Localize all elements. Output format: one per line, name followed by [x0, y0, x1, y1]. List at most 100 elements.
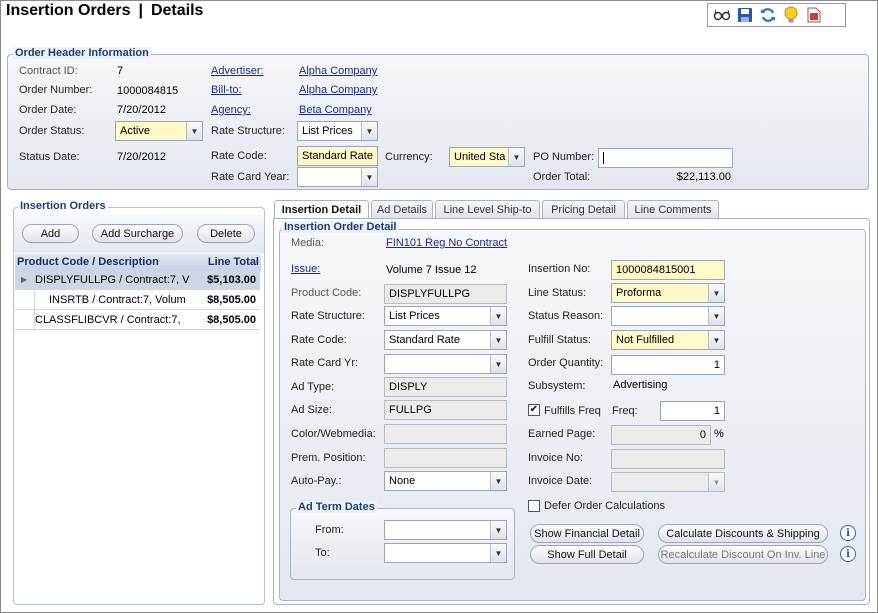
chevron-down-icon[interactable]: ▼	[708, 307, 724, 325]
chevron-down-icon[interactable]: ▼	[490, 521, 506, 539]
earned-page-value: 0	[699, 429, 706, 441]
line-status-select[interactable]: Proforma ▼	[611, 283, 725, 303]
invoice-no-field	[611, 449, 725, 469]
color-webmedia-label: Color/Webmedia:	[291, 428, 376, 440]
fulfill-status-label: Fulfill Status:	[528, 334, 591, 346]
column-header-product[interactable]: Product Code / Description	[17, 256, 159, 268]
header-rate-structure-label: Rate Structure:	[211, 125, 285, 137]
header-rate-card-year-label: Rate Card Year:	[211, 171, 290, 183]
from-date-picker[interactable]: ▼	[384, 520, 507, 540]
status-reason-label: Status Reason:	[528, 310, 604, 322]
currency-value: United Sta	[454, 151, 506, 163]
currency-select[interactable]: United Sta ▼	[449, 147, 525, 167]
lightbulb-icon[interactable]	[781, 6, 801, 24]
insertion-orders-legend: Insertion Orders	[18, 200, 108, 212]
fulfills-freq-checkbox[interactable]: ✔	[528, 404, 540, 416]
insertion-grid-header: Product Code / Description Line Total	[15, 254, 261, 271]
report-icon[interactable]	[804, 6, 824, 24]
billto-value-link[interactable]: Alpha Company	[299, 84, 377, 96]
tab-pricing-detail[interactable]: Pricing Detail	[542, 200, 625, 218]
chevron-down-icon[interactable]: ▼	[361, 168, 377, 186]
status-date-label: Status Date:	[19, 151, 80, 163]
order-total-label: Order Total:	[533, 171, 591, 183]
freq-value: 1	[713, 405, 720, 417]
chevron-down-icon[interactable]: ▼	[490, 472, 506, 490]
calculate-discounts-button[interactable]: Calculate Discounts & Shipping	[658, 524, 828, 543]
invoice-date-picker: ▼	[611, 472, 725, 492]
subsystem-label: Subsystem:	[528, 380, 586, 392]
show-full-detail-button[interactable]: Show Full Detail	[530, 545, 644, 564]
to-date-picker[interactable]: ▼	[384, 543, 507, 563]
auto-pay-select[interactable]: None ▼	[384, 471, 507, 491]
row-product: INSRTB / Contract:7, Volum	[49, 294, 186, 306]
text-cursor	[603, 152, 604, 164]
table-row[interactable]: CLASSFLIBCVR / Contract:7, $8,505.00	[15, 311, 260, 330]
issue-link[interactable]: Issue:	[291, 263, 320, 275]
chevron-down-icon[interactable]: ▼	[490, 544, 506, 562]
row-total: $8,505.00	[207, 314, 256, 326]
tab-insertion-detail[interactable]: Insertion Detail	[274, 200, 369, 219]
rate-code-value: Standard Rate	[389, 334, 460, 346]
ad-type-value: DISPLY	[389, 381, 428, 393]
chevron-down-icon[interactable]: ▼	[490, 355, 506, 373]
defer-order-checkbox[interactable]	[528, 500, 540, 512]
chevron-down-icon[interactable]: ▼	[708, 331, 724, 349]
add-surcharge-button[interactable]: Add Surcharge	[92, 224, 183, 243]
tab-ad-details[interactable]: Ad Details	[371, 200, 433, 218]
show-financial-detail-button[interactable]: Show Financial Detail	[530, 524, 644, 543]
chevron-down-icon[interactable]: ▼	[490, 331, 506, 349]
glasses-icon[interactable]	[712, 6, 732, 24]
refresh-icon[interactable]	[758, 6, 778, 24]
rate-card-yr-select[interactable]: ▼	[384, 354, 507, 374]
add-insertion-button[interactable]: Add	[22, 224, 79, 243]
insertion-grid-body: ▶ DISPLYFULLPG / Contract:7, V $5,103.00…	[15, 271, 261, 331]
chevron-down-icon: ▼	[708, 473, 724, 491]
rate-structure-select[interactable]: List Prices ▼	[384, 306, 507, 326]
agency-value-link[interactable]: Beta Company	[299, 104, 372, 116]
media-link[interactable]: FIN101 Reg No Contract	[386, 237, 507, 249]
advertiser-link[interactable]: Advertiser:	[211, 65, 264, 77]
ad-size-field: FULLPG	[384, 400, 507, 420]
row-pointer-icon: ▶	[21, 275, 28, 284]
billto-link[interactable]: Bill-to:	[211, 84, 242, 96]
chevron-down-icon[interactable]: ▼	[490, 307, 506, 325]
chevron-down-icon[interactable]: ▼	[361, 122, 377, 140]
advertiser-value-link[interactable]: Alpha Company	[299, 65, 377, 77]
header-rate-code-field[interactable]: Standard Rate	[297, 146, 378, 166]
agency-link[interactable]: Agency:	[211, 104, 251, 116]
insertion-order-detail-legend: Insertion Order Detail	[282, 221, 399, 233]
info-icon[interactable]: i	[840, 525, 856, 541]
header-rate-card-year-select[interactable]: ▼	[297, 167, 378, 187]
invoice-date-label: Invoice Date:	[528, 475, 593, 487]
line-status-value: Proforma	[616, 287, 662, 299]
chevron-down-icon[interactable]: ▼	[708, 284, 724, 302]
toolbar	[707, 3, 846, 27]
column-header-line-total[interactable]: Line Total	[208, 256, 259, 268]
delete-insertion-button[interactable]: Delete	[197, 224, 255, 243]
ad-term-dates-legend: Ad Term Dates	[296, 501, 377, 513]
contract-id-value: 7	[117, 65, 124, 77]
order-status-select[interactable]: Active ▼	[115, 121, 203, 141]
chevron-down-icon[interactable]: ▼	[186, 122, 202, 140]
order-date-label: Order Date:	[19, 104, 77, 116]
rate-code-select[interactable]: Standard Rate ▼	[384, 330, 507, 350]
table-row[interactable]: INSRTB / Contract:7, Volum $8,505.00	[15, 291, 260, 310]
issue-value: Volume 7 Issue 12	[386, 264, 477, 276]
freq-input[interactable]: 1	[660, 401, 725, 421]
insertion-no-field[interactable]: 1000084815001	[611, 260, 725, 280]
info-icon[interactable]: i	[840, 546, 856, 562]
page-title-separator: |	[138, 2, 143, 19]
tab-line-comments[interactable]: Line Comments	[627, 200, 719, 218]
po-number-input[interactable]	[598, 148, 733, 168]
chevron-down-icon[interactable]: ▼	[508, 148, 524, 166]
order-quantity-input[interactable]: 1	[611, 355, 725, 375]
save-icon[interactable]	[735, 6, 755, 24]
table-row[interactable]: ▶ DISPLYFULLPG / Contract:7, V $5,103.00	[15, 271, 260, 290]
invoice-no-label: Invoice No:	[528, 452, 584, 464]
header-rate-structure-value: List Prices	[302, 125, 353, 137]
fulfill-status-select[interactable]: Not Fulfilled ▼	[611, 330, 725, 350]
status-reason-select[interactable]: ▼	[611, 306, 725, 326]
tab-line-level-ship-to[interactable]: Line Level Ship-to	[435, 200, 540, 218]
header-rate-structure-select[interactable]: List Prices ▼	[297, 121, 378, 141]
freq-label: Freq:	[612, 405, 638, 417]
